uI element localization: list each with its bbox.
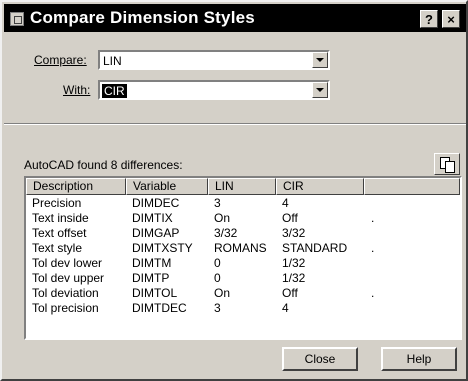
dialog-title: Compare Dimension Styles <box>30 8 255 27</box>
table-row[interactable]: Precision DIMDEC 3 4 <box>26 196 460 211</box>
table-row[interactable]: Tol deviation DIMTOL On Off. <box>26 286 460 301</box>
with-value: CIR <box>102 84 127 98</box>
copy-to-clipboard-button[interactable] <box>434 153 460 175</box>
cell-lin: 0 <box>214 271 221 285</box>
cell-description: Tol precision <box>32 301 99 315</box>
cell-description: Text style <box>32 241 83 255</box>
cell-cir: Off <box>282 286 298 300</box>
cell-cir: 4 <box>282 196 289 210</box>
compare-dimension-styles-dialog: Compare Dimension Styles ? × Compare: LI… <box>0 0 468 381</box>
cell-variable: DIMTIX <box>132 211 173 225</box>
cell-variable: DIMTOL <box>132 286 178 300</box>
cell-marker: . <box>371 286 375 300</box>
with-dropdown[interactable]: CIR <box>98 80 330 100</box>
help-question-button[interactable]: ? <box>420 10 438 28</box>
cell-variable: DIMTXSTY <box>132 241 193 255</box>
cell-lin: ROMANS <box>214 241 267 255</box>
cell-variable: DIMTDEC <box>132 301 187 315</box>
close-window-button[interactable]: × <box>442 10 460 28</box>
app-icon <box>10 12 24 26</box>
cell-description: Text offset <box>32 226 87 240</box>
column-header-variable[interactable]: Variable <box>126 178 208 195</box>
copy-icon-page <box>445 161 455 173</box>
column-header-blank <box>364 178 460 195</box>
cell-variable: DIMDEC <box>132 196 180 210</box>
cell-description: Precision <box>32 196 82 210</box>
table-row[interactable]: Text offset DIMGAP 3/32 3/32 <box>26 226 460 241</box>
cell-cir: Off <box>282 211 298 225</box>
cell-lin: 3 <box>214 301 221 315</box>
table-row[interactable]: Tol dev lower DIMTM 0 1/32 <box>26 256 460 271</box>
separator <box>4 123 466 125</box>
cell-variable: DIMTP <box>132 271 170 285</box>
compare-dropdown-arrow-icon[interactable] <box>312 52 328 68</box>
table-row[interactable]: Text inside DIMTIX On Off. <box>26 211 460 226</box>
cell-lin: 3/32 <box>214 226 238 240</box>
help-button[interactable]: Help <box>381 347 457 371</box>
differences-found-text: AutoCAD found 8 differences: <box>24 158 183 172</box>
cell-lin: On <box>214 211 231 225</box>
differences-list[interactable]: Description Variable LIN CIR Precision DI… <box>24 176 462 340</box>
cell-cir: 4 <box>282 301 289 315</box>
cell-description: Tol deviation <box>32 286 99 300</box>
cell-lin: 3 <box>214 196 221 210</box>
cell-description: Text inside <box>32 211 89 225</box>
table-row[interactable]: Tol precision DIMTDEC 3 4 <box>26 301 460 316</box>
with-dropdown-arrow-icon[interactable] <box>312 82 328 98</box>
cell-marker: . <box>371 241 375 255</box>
compare-dropdown[interactable]: LIN <box>98 50 330 70</box>
cell-cir: 1/32 <box>282 256 306 270</box>
compare-label: Compare: <box>34 53 87 67</box>
with-label: With: <box>63 83 91 97</box>
table-row[interactable]: Tol dev upper DIMTP 0 1/32 <box>26 271 460 286</box>
title-bar[interactable]: Compare Dimension Styles ? × <box>4 4 466 32</box>
compare-value: LIN <box>103 54 122 68</box>
cell-lin: 0 <box>214 256 221 270</box>
cell-marker: . <box>371 211 375 225</box>
cell-cir: STANDARD <box>282 241 348 255</box>
column-header-cir[interactable]: CIR <box>276 178 364 195</box>
cell-variable: DIMTM <box>132 256 172 270</box>
cell-description: Tol dev upper <box>32 271 105 285</box>
column-header-description[interactable]: Description <box>26 178 126 195</box>
cell-cir: 3/32 <box>282 226 306 240</box>
cell-description: Tol dev lower <box>32 256 103 270</box>
column-header-lin[interactable]: LIN <box>208 178 276 195</box>
cell-cir: 1/32 <box>282 271 306 285</box>
cell-lin: On <box>214 286 231 300</box>
cell-variable: DIMGAP <box>132 226 180 240</box>
close-button[interactable]: Close <box>282 347 358 371</box>
table-row[interactable]: Text style DIMTXSTY ROMANS STANDARD. <box>26 241 460 256</box>
